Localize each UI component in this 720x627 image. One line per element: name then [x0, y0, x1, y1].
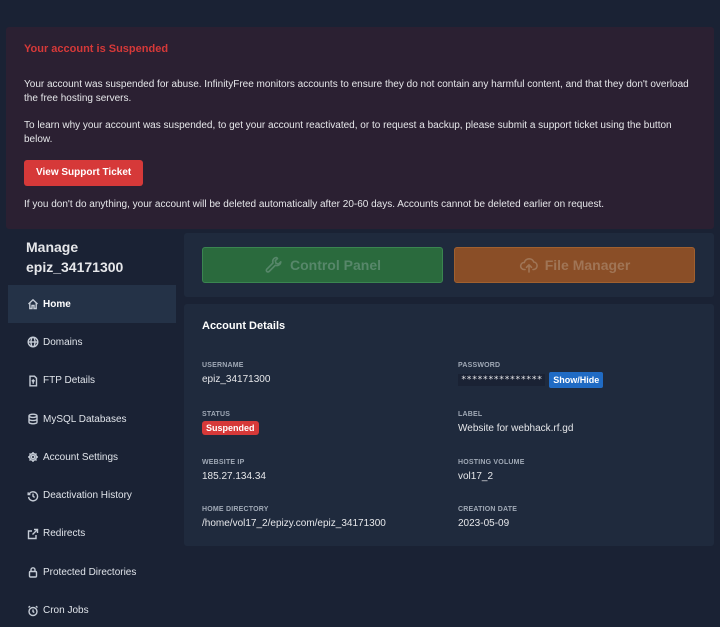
password-value: ***************: [458, 374, 546, 386]
sidebar-item-cron-jobs[interactable]: Cron Jobs: [8, 591, 176, 627]
field-label: CREATION DATE: [458, 506, 518, 513]
sidebar-item-label: FTP Details: [43, 375, 96, 387]
sidebar-nav: Home Domains FTP Details MySQL Databases…: [8, 285, 176, 627]
sidebar-item-protected-directories[interactable]: Protected Directories: [8, 553, 176, 591]
field-label: WEBSITE IP: [202, 459, 245, 466]
hosting-volume-value: vol17_2: [458, 471, 494, 482]
show-hide-password-button[interactable]: Show/Hide: [549, 372, 604, 388]
website-ip-field: WEBSITE IP 185.27.134.34: [202, 459, 266, 482]
sidebar-item-label: Domains: [43, 336, 83, 348]
website-ip-value: 185.27.134.34: [202, 471, 266, 482]
label-field: LABEL Website for webhack.rf.gd: [458, 411, 573, 434]
file-upload-icon: [27, 375, 39, 387]
alarm-clock-icon: [27, 605, 39, 617]
home-icon: [27, 298, 39, 310]
cloud-upload-icon: [519, 258, 538, 273]
status-field: STATUS Suspended: [202, 411, 259, 435]
sidebar-item-redirects[interactable]: Redirects: [8, 515, 176, 553]
password-field: PASSWORD *************** Show/Hide: [458, 362, 604, 388]
database-icon: [27, 413, 39, 425]
gear-icon: [27, 451, 39, 463]
file-manager-label: File Manager: [544, 257, 631, 273]
sidebar-title: Manage epiz_34171300: [26, 239, 124, 275]
file-manager-button[interactable]: File Manager: [454, 247, 695, 283]
hosting-volume-field: HOSTING VOLUME vol17_2: [458, 459, 525, 482]
alert-paragraph-deletion: If you don't do anything, your account w…: [24, 199, 605, 210]
sidebar-item-ftp-details[interactable]: FTP Details: [8, 362, 176, 400]
wrench-icon: [265, 256, 282, 273]
quick-actions-panel: Control Panel File Manager: [184, 233, 714, 297]
label-value: Website for webhack.rf.gd: [458, 423, 574, 434]
globe-icon: [27, 336, 39, 348]
account-details-card: Account Details USERNAME epiz_34171300 P…: [184, 304, 714, 546]
sidebar-item-deactivation-history[interactable]: Deactivation History: [8, 476, 176, 514]
history-icon: [27, 490, 39, 502]
username-field: USERNAME epiz_34171300: [202, 362, 270, 385]
creation-date-value: 2023-05-09: [458, 518, 510, 529]
view-support-ticket-button[interactable]: View Support Ticket: [24, 160, 144, 186]
sidebar-item-account-settings[interactable]: Account Settings: [8, 438, 176, 476]
field-label: LABEL: [458, 411, 483, 418]
alert-title: Your account is Suspended: [24, 43, 169, 55]
sidebar-item-label: Home: [43, 298, 71, 310]
sidebar-item-label: Cron Jobs: [43, 605, 89, 617]
field-label: STATUS: [202, 411, 231, 418]
alert-paragraph-ticket: To learn why your account was suspended,…: [24, 120, 672, 145]
home-directory-value: /home/vol17_2/epizy.com/epiz_34171300: [202, 518, 386, 529]
sidebar-item-label: Account Settings: [43, 451, 119, 463]
home-directory-field: HOME DIRECTORY /home/vol17_2/epizy.com/e…: [202, 506, 386, 529]
sidebar: Manage epiz_34171300 Home Domains FTP De…: [8, 233, 176, 627]
sidebar-item-home[interactable]: Home: [8, 285, 176, 324]
field-label: USERNAME: [202, 362, 244, 369]
field-label: HOME DIRECTORY: [202, 506, 269, 513]
account-details-title: Account Details: [202, 320, 286, 332]
sidebar-item-domains[interactable]: Domains: [8, 323, 176, 361]
field-label: HOSTING VOLUME: [458, 459, 525, 466]
field-label: PASSWORD: [458, 362, 501, 369]
sidebar-item-label: Deactivation History: [43, 490, 132, 502]
username-value: epiz_34171300: [202, 374, 271, 385]
control-panel-button[interactable]: Control Panel: [202, 247, 443, 283]
control-panel-label: Control Panel: [289, 257, 381, 273]
creation-date-field: CREATION DATE 2023-05-09: [458, 506, 517, 529]
suspension-alert: Your account is Suspended Your account w…: [6, 27, 714, 229]
sidebar-item-label: Redirects: [43, 528, 86, 540]
sidebar-item-mysql-databases[interactable]: MySQL Databases: [8, 400, 176, 438]
lock-icon: [27, 566, 39, 578]
external-link-icon: [27, 528, 39, 540]
sidebar-item-label: MySQL Databases: [43, 413, 127, 425]
top-strip: [0, 0, 720, 26]
alert-paragraph-abuse: Your account was suspended for abuse. In…: [24, 79, 689, 104]
status-badge: Suspended: [202, 421, 259, 435]
sidebar-item-label: Protected Directories: [43, 566, 137, 578]
